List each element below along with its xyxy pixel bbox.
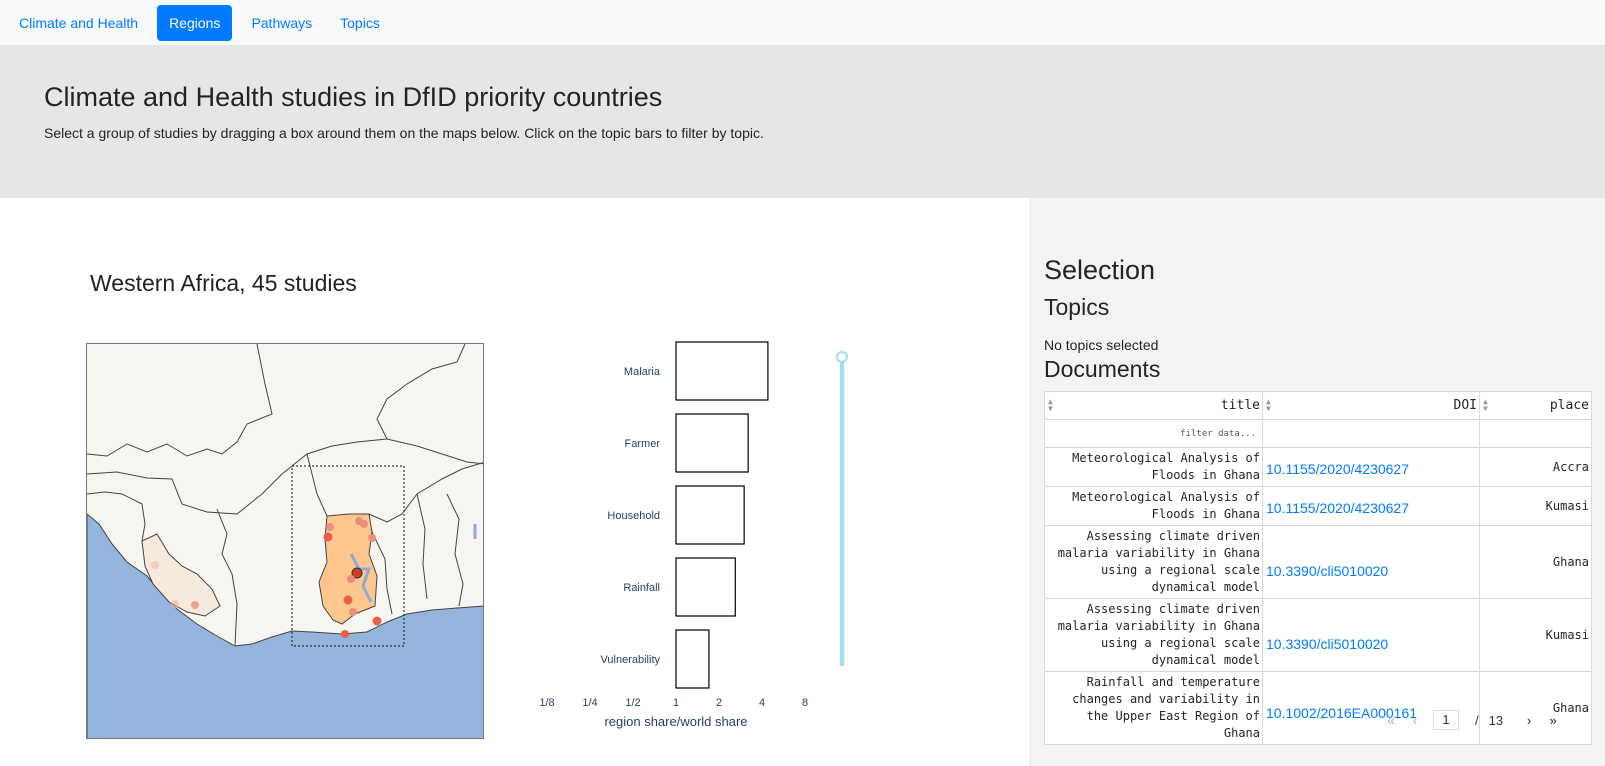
- page-number-input[interactable]: 1: [1433, 710, 1459, 730]
- selection-panel: Selection Topics No topics selected Docu…: [1029, 198, 1605, 766]
- doi-link[interactable]: 10.3390/cli5010020: [1262, 598, 1480, 672]
- page-subtitle: Select a group of studies by dragging a …: [44, 125, 764, 141]
- top-navbar: Climate and Health Regions Pathways Topi…: [0, 0, 1605, 45]
- x-axis-label: region share/world share: [604, 714, 747, 729]
- x-tick-label: 2: [716, 697, 722, 709]
- cell-place: Ghana: [1479, 525, 1592, 599]
- cell-place: Ghana: [1479, 671, 1592, 745]
- cell-place: Accra: [1479, 447, 1592, 487]
- study-point[interactable]: [151, 561, 159, 569]
- cell-title: Assessing climate driven malaria variabi…: [1044, 598, 1263, 672]
- region-map[interactable]: [86, 343, 484, 739]
- topic-bar[interactable]: [675, 485, 745, 545]
- title-filter-input[interactable]: filter data...: [1044, 419, 1263, 448]
- topic-bar[interactable]: [675, 557, 736, 617]
- study-point[interactable]: [341, 630, 349, 638]
- cell-title: Rainfall and temperature changes and var…: [1044, 671, 1263, 745]
- nav-regions[interactable]: Regions: [157, 4, 233, 41]
- selection-title: Selection: [1044, 255, 1156, 285]
- nav-climate-and-health[interactable]: Climate and Health: [8, 5, 149, 41]
- doi-link[interactable]: 10.3390/cli5010020: [1262, 525, 1480, 599]
- study-point[interactable]: [368, 534, 376, 542]
- x-tick-label: 1/8: [540, 697, 555, 709]
- place-filter-input[interactable]: [1479, 419, 1592, 448]
- topic-bar[interactable]: [675, 341, 769, 401]
- sort-icon[interactable]: ▲ ▼: [1048, 398, 1053, 413]
- doi-link[interactable]: 10.1002/2016EA000161: [1262, 671, 1480, 745]
- x-tick-label: 8: [802, 697, 808, 709]
- no-topics-text: No topics selected: [1044, 337, 1159, 353]
- topics-title: Topics: [1044, 294, 1110, 320]
- doi-link[interactable]: 10.1155/2020/4230627: [1262, 447, 1480, 487]
- documents-table: ▲ ▼ title ▲ ▼ DOI ▲ ▼ place filter data... Met…: [1044, 391, 1592, 745]
- topic-bar-label[interactable]: Malaria: [624, 366, 661, 378]
- doi-filter-input[interactable]: [1262, 419, 1480, 448]
- study-point[interactable]: [326, 523, 334, 531]
- first-page-icon[interactable]: «: [1379, 713, 1403, 728]
- cell-title: Assessing climate driven malaria variabi…: [1044, 525, 1263, 599]
- topic-bar[interactable]: [675, 413, 749, 473]
- region-title: Western Africa, 45 studies: [90, 270, 357, 296]
- study-point[interactable]: [349, 608, 357, 616]
- map-svg[interactable]: [87, 344, 484, 739]
- doi-link[interactable]: 10.1155/2020/4230627: [1262, 486, 1480, 526]
- page-separator: /: [1475, 712, 1479, 728]
- nav-pathways[interactable]: Pathways: [240, 5, 323, 41]
- x-tick-label: 1/2: [625, 697, 640, 709]
- header-banner: Climate and Health studies in DfID prior…: [0, 45, 1605, 198]
- study-point[interactable]: [372, 616, 382, 626]
- col-header-doi[interactable]: ▲ ▼ DOI: [1262, 391, 1480, 420]
- x-tick-label: 4: [759, 697, 765, 709]
- page-title: Climate and Health studies in DfID prior…: [44, 82, 663, 112]
- col-header-place[interactable]: ▲ ▼ place: [1479, 391, 1592, 420]
- topic-bar-label[interactable]: Rainfall: [623, 582, 660, 594]
- cell-place: Kumasi: [1479, 598, 1592, 672]
- topic-chart-svg: Malaria Farmer Household Rainfall Vulnerabil…: [539, 341, 848, 729]
- pagination: « ‹ 1 / 13 › »: [1379, 710, 1565, 730]
- study-point[interactable]: [323, 532, 333, 542]
- study-point[interactable]: [343, 595, 353, 605]
- nav-topics[interactable]: Topics: [329, 5, 391, 41]
- topic-bar-label[interactable]: Farmer: [625, 438, 661, 450]
- table-row: Rainfall and temperature changes and var…: [1044, 671, 1592, 745]
- study-point[interactable]: [360, 520, 368, 528]
- sort-icon[interactable]: ▲ ▼: [1266, 398, 1271, 413]
- table-row: Meteorological Analysis of Floods in Gha…: [1044, 486, 1592, 526]
- cell-place: Kumasi: [1479, 486, 1592, 526]
- table-header-row: ▲ ▼ title ▲ ▼ DOI ▲ ▼ place: [1044, 391, 1592, 420]
- study-point[interactable]: [191, 601, 199, 609]
- x-tick-label: 1/4: [582, 697, 597, 709]
- topic-bar[interactable]: [675, 629, 710, 689]
- page-total: 13: [1488, 712, 1504, 728]
- sort-icon[interactable]: ▲ ▼: [1483, 398, 1488, 413]
- table-row: Meteorological Analysis of Floods in Gha…: [1044, 447, 1592, 487]
- cell-title: Meteorological Analysis of Floods in Gha…: [1044, 486, 1263, 526]
- col-header-title[interactable]: ▲ ▼ title: [1044, 391, 1263, 420]
- slider-handle[interactable]: [836, 351, 848, 363]
- documents-title: Documents: [1044, 356, 1161, 382]
- last-page-icon[interactable]: »: [1541, 713, 1565, 728]
- filter-row: filter data...: [1044, 419, 1592, 448]
- topic-chart: Malaria Farmer Household Rainfall Vulnerabil…: [539, 340, 870, 760]
- x-tick-label: 1: [673, 697, 679, 709]
- next-page-icon[interactable]: ›: [1517, 713, 1541, 728]
- cell-title: Meteorological Analysis of Floods in Gha…: [1044, 447, 1263, 487]
- topic-bar-label[interactable]: Household: [607, 510, 660, 522]
- table-row: Assessing climate driven malaria variabi…: [1044, 525, 1592, 599]
- prev-page-icon[interactable]: ‹: [1403, 713, 1427, 728]
- study-point[interactable]: [347, 575, 355, 583]
- topic-bar-label[interactable]: Vulnerability: [600, 654, 660, 666]
- table-row: Assessing climate driven malaria variabi…: [1044, 598, 1592, 672]
- study-point[interactable]: [171, 600, 179, 608]
